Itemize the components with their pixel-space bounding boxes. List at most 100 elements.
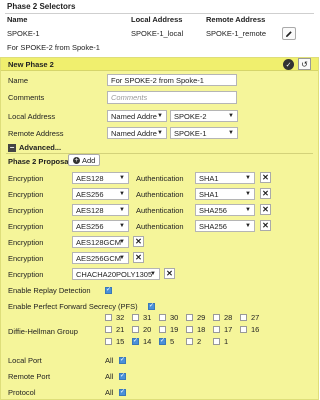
local-port-all-checkbox[interactable] bbox=[119, 356, 126, 364]
local-address-type-select[interactable]: Named Addre ▼ bbox=[107, 110, 167, 122]
advanced-label: Advanced... bbox=[19, 143, 62, 152]
row-comment: For SPOKE-2 from Spoke-1 bbox=[7, 43, 100, 52]
pfs-checkbox[interactable] bbox=[148, 302, 155, 310]
authentication-label: Authentication bbox=[136, 190, 184, 199]
dh-group-5-checkbox[interactable] bbox=[159, 337, 166, 345]
chevron-down-icon: ▼ bbox=[157, 130, 163, 136]
local-port-all-label: All bbox=[105, 356, 114, 365]
remote-port-all-checkbox[interactable] bbox=[119, 372, 126, 380]
dh-group-30-checkbox[interactable] bbox=[159, 314, 166, 321]
chevron-down-icon: ▼ bbox=[119, 191, 125, 197]
dh-group-14-checkbox[interactable] bbox=[132, 337, 139, 345]
phase2-selectors-section: Phase 2 Selectors Name Local Address Rem… bbox=[0, 0, 319, 57]
chevron-down-icon: ▼ bbox=[245, 191, 251, 197]
section-title: Phase 2 Selectors bbox=[7, 2, 76, 11]
undo-icon[interactable]: ↺ bbox=[298, 58, 311, 70]
dh-group-5-label: 5 bbox=[170, 337, 175, 346]
chevron-down-icon: ▼ bbox=[119, 207, 125, 213]
encryption-select[interactable]: AES256 ▼ bbox=[72, 188, 129, 200]
dh-group-20-label: 20 bbox=[143, 325, 152, 334]
dh-group-label: Diffie-Hellman Group bbox=[8, 327, 78, 336]
dh-group-32-checkbox[interactable] bbox=[105, 314, 112, 321]
chevron-down-icon: ▼ bbox=[119, 175, 125, 181]
dh-group-1-checkbox[interactable] bbox=[213, 338, 220, 345]
close-icon[interactable]: ✕ bbox=[260, 188, 271, 199]
encryption-label: Encryption bbox=[8, 174, 44, 183]
col-header-local: Local Address bbox=[131, 15, 183, 24]
close-icon[interactable]: ✕ bbox=[164, 268, 175, 279]
proposal-label: Phase 2 Proposal bbox=[8, 157, 71, 166]
chevron-down-icon: ▼ bbox=[245, 223, 251, 229]
encryption-select[interactable]: AES128GCM ▼ bbox=[72, 236, 129, 248]
authentication-select[interactable]: SHA1 ▼ bbox=[195, 188, 255, 200]
dh-group-2-checkbox[interactable] bbox=[186, 338, 193, 345]
replay-detection-label: Enable Replay Detection bbox=[8, 286, 91, 295]
remote-address-type-select[interactable]: Named Addre ▼ bbox=[107, 127, 167, 139]
protocol-all-label: All bbox=[105, 388, 114, 397]
dh-group-29-checkbox[interactable] bbox=[186, 314, 193, 321]
dh-group-17-label: 17 bbox=[224, 325, 233, 334]
dh-group-15-checkbox[interactable] bbox=[105, 338, 112, 345]
close-icon[interactable]: ✕ bbox=[260, 172, 271, 183]
encryption-select[interactable]: CHACHA20POLY1305 ▼ bbox=[72, 268, 160, 280]
comments-field[interactable]: Comments bbox=[107, 91, 237, 104]
advanced-toggle[interactable]: − Advanced... bbox=[8, 143, 61, 152]
dh-group-18-checkbox[interactable] bbox=[186, 326, 193, 333]
authentication-label: Authentication bbox=[136, 174, 184, 183]
encryption-label: Encryption bbox=[8, 206, 44, 215]
pfs-label: Enable Perfect Forward Secrecy (PFS) bbox=[8, 302, 138, 311]
encryption-select[interactable]: AES256 ▼ bbox=[72, 220, 129, 232]
edit-button[interactable] bbox=[282, 27, 296, 40]
name-label: Name bbox=[8, 76, 29, 85]
chevron-down-icon: ▼ bbox=[119, 239, 125, 245]
encryption-select[interactable]: AES128 ▼ bbox=[72, 204, 129, 216]
local-address-label: Local Address bbox=[8, 112, 56, 121]
encryption-select[interactable]: AES128 ▼ bbox=[72, 172, 129, 184]
close-icon[interactable]: ✕ bbox=[133, 236, 144, 247]
comments-label: Comments bbox=[8, 93, 45, 102]
dh-group-29-label: 29 bbox=[197, 313, 206, 322]
close-icon[interactable]: ✕ bbox=[260, 204, 271, 215]
dh-group-18-label: 18 bbox=[197, 325, 206, 334]
dh-group-30-label: 30 bbox=[170, 313, 179, 322]
dh-group-27-checkbox[interactable] bbox=[240, 314, 247, 321]
new-phase2-panel: New Phase 2 ✓ ↺ Name For SPOKE-2 from Sp… bbox=[0, 57, 319, 400]
remote-address-select[interactable]: SPOKE-1 ▼ bbox=[170, 127, 238, 139]
check-icon[interactable]: ✓ bbox=[283, 59, 294, 70]
chevron-down-icon: ▼ bbox=[228, 113, 234, 119]
replay-detection-checkbox[interactable] bbox=[105, 286, 112, 294]
dh-group-28-checkbox[interactable] bbox=[213, 314, 220, 321]
close-icon[interactable]: ✕ bbox=[260, 220, 271, 231]
divider bbox=[5, 13, 314, 14]
chevron-down-icon: ▼ bbox=[245, 207, 251, 213]
minus-icon: − bbox=[8, 142, 16, 152]
dh-group-14-label: 14 bbox=[143, 337, 152, 346]
dh-group-31-checkbox[interactable] bbox=[132, 314, 139, 321]
panel-title: New Phase 2 bbox=[8, 60, 54, 69]
authentication-select[interactable]: SHA1 ▼ bbox=[195, 172, 255, 184]
dh-group-20-checkbox[interactable] bbox=[132, 326, 139, 333]
close-icon[interactable]: ✕ bbox=[133, 252, 144, 263]
dh-group-19-checkbox[interactable] bbox=[159, 326, 166, 333]
authentication-select[interactable]: SHA256 ▼ bbox=[195, 204, 255, 216]
dh-group-16-label: 16 bbox=[251, 325, 260, 334]
dh-group-17-checkbox[interactable] bbox=[213, 326, 220, 333]
encryption-label: Encryption bbox=[8, 238, 44, 247]
local-address-select[interactable]: SPOKE-2 ▼ bbox=[170, 110, 238, 122]
row-name: SPOKE-1 bbox=[7, 29, 40, 38]
dh-group-31-label: 31 bbox=[143, 313, 152, 322]
col-header-remote: Remote Address bbox=[206, 15, 266, 24]
chevron-down-icon: ▼ bbox=[119, 255, 125, 261]
protocol-all-checkbox[interactable] bbox=[119, 388, 126, 396]
authentication-select[interactable]: SHA256 ▼ bbox=[195, 220, 255, 232]
name-input[interactable]: For SPOKE-2 from Spoke-1 bbox=[107, 74, 237, 86]
dh-group-21-checkbox[interactable] bbox=[105, 326, 112, 333]
dh-group-19-label: 19 bbox=[170, 325, 179, 334]
dh-group-16-checkbox[interactable] bbox=[240, 326, 247, 333]
add-proposal-button[interactable]: + Add bbox=[68, 154, 101, 166]
divider bbox=[6, 153, 313, 154]
pencil-icon bbox=[286, 30, 292, 37]
add-label: Add bbox=[82, 155, 96, 165]
authentication-label: Authentication bbox=[136, 206, 184, 215]
encryption-select[interactable]: AES256GCM ▼ bbox=[72, 252, 129, 264]
